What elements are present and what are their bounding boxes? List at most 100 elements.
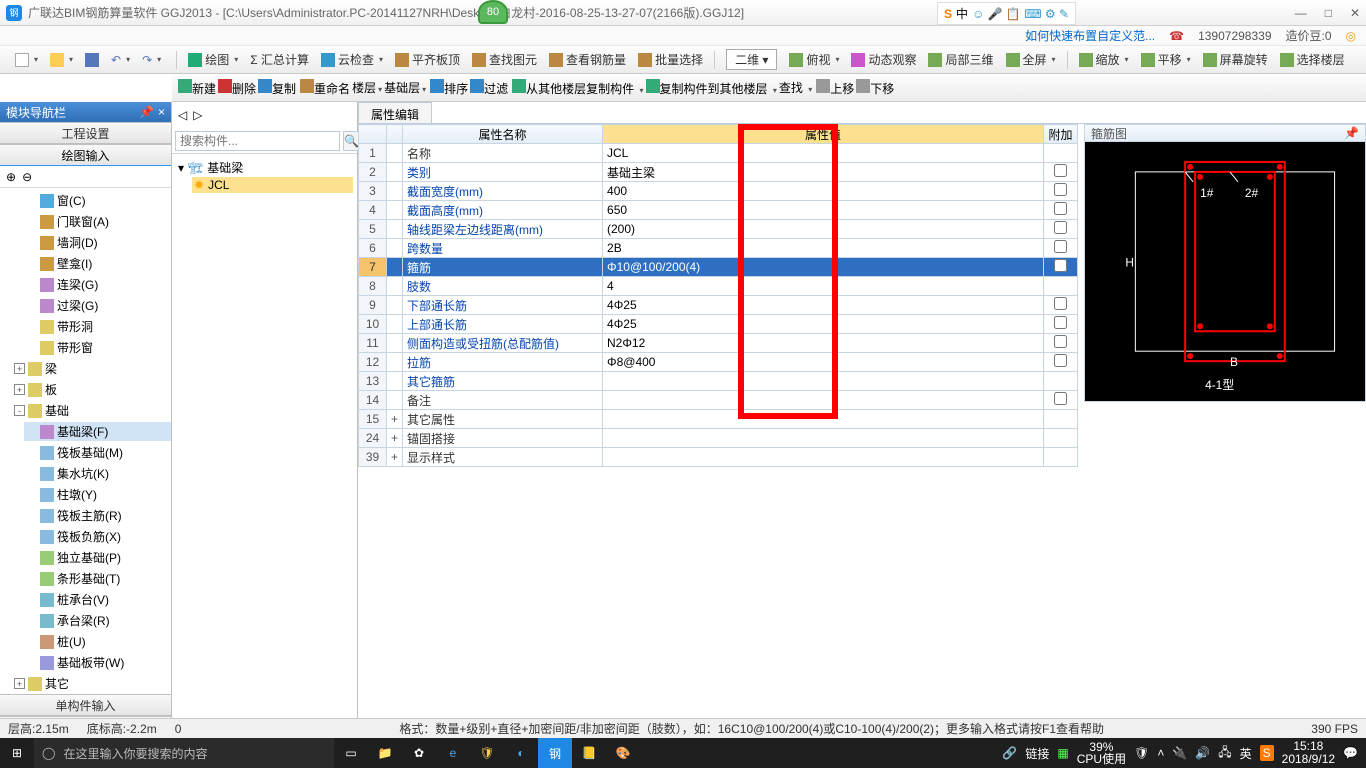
stb-复制[interactable]: 复制 bbox=[258, 79, 296, 97]
credit-icon[interactable]: ◎ bbox=[1346, 29, 1356, 43]
close-button[interactable]: ✕ bbox=[1350, 6, 1360, 20]
tree-连梁(G)[interactable]: 连梁(G) bbox=[24, 275, 171, 294]
prop-row-12[interactable]: 12拉筋Φ8@400 bbox=[359, 353, 1078, 372]
prop-row-5[interactable]: 5轴线距梁左边线距离(mm)(200) bbox=[359, 220, 1078, 239]
tree-梁[interactable]: +梁 bbox=[12, 359, 171, 378]
tree-壁龛(I)[interactable]: 壁龛(I) bbox=[24, 254, 171, 273]
chk-12[interactable] bbox=[1054, 354, 1067, 367]
tb-屏幕旋转[interactable]: 屏幕旋转 bbox=[1198, 49, 1273, 70]
tb-平移[interactable]: 平移▾ bbox=[1136, 49, 1196, 70]
tree-桩承台(V)[interactable]: 桩承台(V) bbox=[24, 590, 171, 609]
redo-button[interactable]: ↷▾ bbox=[137, 51, 166, 69]
tb-查看钢筋量[interactable]: 查看钢筋量 bbox=[544, 49, 631, 70]
member-tree[interactable]: ▾🏗基础梁 ✹JCL bbox=[172, 154, 357, 738]
prop-row-10[interactable]: 10上部通长筋4Φ25 bbox=[359, 315, 1078, 334]
tray-power-icon[interactable]: 🔌 bbox=[1172, 746, 1187, 760]
member-root[interactable]: ▾🏗基础梁 bbox=[176, 158, 353, 177]
chk-10[interactable] bbox=[1054, 316, 1067, 329]
tray-clock[interactable]: 15:182018/9/12 bbox=[1282, 740, 1335, 766]
tab-property-edit[interactable]: 属性编辑 bbox=[358, 102, 432, 123]
tb-绘图[interactable]: 绘图▾ bbox=[183, 49, 243, 70]
preview-pin-icon[interactable]: 📌 bbox=[1344, 126, 1359, 140]
mid-fwd-icon[interactable]: ▷ bbox=[193, 108, 202, 122]
tb-动态观察[interactable]: 动态观察 bbox=[846, 49, 921, 70]
tb-Σ 汇总计算[interactable]: Σ 汇总计算 bbox=[245, 49, 314, 70]
chk-11[interactable] bbox=[1054, 335, 1067, 348]
start-button[interactable]: ⊞ bbox=[0, 738, 34, 768]
tree-筏板主筋(R)[interactable]: 筏板主筋(R) bbox=[24, 506, 171, 525]
chk-5[interactable] bbox=[1054, 221, 1067, 234]
chk-14[interactable] bbox=[1054, 392, 1067, 405]
collapse-all-icon[interactable]: ⊖ bbox=[22, 170, 32, 184]
tray-dash[interactable]: ▦ bbox=[1057, 746, 1068, 760]
app-paint[interactable]: 🎨 bbox=[606, 738, 640, 768]
stb-楼层[interactable]: 楼层▾ bbox=[352, 79, 382, 96]
chk-9[interactable] bbox=[1054, 297, 1067, 310]
tree-桩(U)[interactable]: 桩(U) bbox=[24, 632, 171, 651]
prop-row-8[interactable]: 8肢数4 bbox=[359, 277, 1078, 296]
tree-筏板基础(M)[interactable]: 筏板基础(M) bbox=[24, 443, 171, 462]
chk-2[interactable] bbox=[1054, 164, 1067, 177]
section-single-input[interactable]: 单构件输入 bbox=[0, 694, 171, 716]
save-button[interactable] bbox=[80, 51, 104, 69]
prop-row-15[interactable]: 15+其它属性 bbox=[359, 410, 1078, 429]
tree-独立基础(P)[interactable]: 独立基础(P) bbox=[24, 548, 171, 567]
tree-基础[interactable]: -基础 bbox=[12, 401, 171, 420]
nav-close-icon[interactable]: × bbox=[158, 105, 165, 119]
prop-row-24[interactable]: 24+锚固搭接 bbox=[359, 429, 1078, 448]
minimize-button[interactable]: — bbox=[1295, 6, 1307, 20]
stb-复制构件到其他楼层[interactable]: 复制构件到其他楼层 ▾ bbox=[646, 79, 777, 97]
tree-带形洞[interactable]: 带形洞 bbox=[24, 317, 171, 336]
stb-删除[interactable]: 删除 bbox=[218, 79, 256, 97]
property-grid[interactable]: 属性名称 属性值 附加 1名称JCL2类别基础主梁3截面宽度(mm)4004截面… bbox=[358, 124, 1078, 467]
tree-柱墩(Y)[interactable]: 柱墩(Y) bbox=[24, 485, 171, 504]
tree-集水坑(K)[interactable]: 集水坑(K) bbox=[24, 464, 171, 483]
open-file-button[interactable]: ▾ bbox=[45, 51, 78, 69]
app-ggj[interactable]: 钢 bbox=[538, 738, 572, 768]
tb-选择楼层[interactable]: 选择楼层 bbox=[1275, 49, 1350, 70]
undo-button[interactable]: ↶▾ bbox=[106, 51, 135, 69]
tray-sogou-icon[interactable]: S bbox=[1260, 745, 1274, 761]
search-input[interactable] bbox=[175, 131, 340, 151]
taskbar-search[interactable]: ◯ 在这里输入你要搜索的内容 bbox=[34, 738, 334, 768]
quick-link[interactable]: 如何快速布置自定义范... bbox=[1025, 27, 1155, 44]
tb-全屏[interactable]: 全屏▾ bbox=[1001, 49, 1061, 70]
chk-3[interactable] bbox=[1054, 183, 1067, 196]
prop-row-1[interactable]: 1名称JCL bbox=[359, 144, 1078, 163]
tray-notif-icon[interactable]: 💬 bbox=[1343, 746, 1358, 760]
prop-row-39[interactable]: 39+显示样式 bbox=[359, 448, 1078, 467]
chk-4[interactable] bbox=[1054, 202, 1067, 215]
tree-条形基础(T)[interactable]: 条形基础(T) bbox=[24, 569, 171, 588]
app-sec[interactable]: 🛡 bbox=[470, 738, 504, 768]
mid-back-icon[interactable]: ◁ bbox=[178, 108, 187, 122]
tree-过梁(G)[interactable]: 过梁(G) bbox=[24, 296, 171, 315]
stb-基础层[interactable]: 基础层▾ bbox=[384, 79, 426, 96]
tree-基础板带(W)[interactable]: 基础板带(W) bbox=[24, 653, 171, 672]
prop-row-4[interactable]: 4截面高度(mm)650 bbox=[359, 201, 1078, 220]
tree-承台梁(R)[interactable]: 承台梁(R) bbox=[24, 611, 171, 630]
stb-从其他楼层复制构件[interactable]: 从其他楼层复制构件 ▾ bbox=[512, 79, 643, 97]
prop-row-9[interactable]: 9下部通长筋4Φ25 bbox=[359, 296, 1078, 315]
component-tree[interactable]: 窗(C)门联窗(A)墙洞(D)壁龛(I)连梁(G)过梁(G)带形洞带形窗+梁+板… bbox=[0, 188, 171, 694]
tray-up-icon[interactable]: ˄ bbox=[1157, 746, 1164, 760]
prop-row-6[interactable]: 6跨数量2B bbox=[359, 239, 1078, 258]
app-folder[interactable]: 📁 bbox=[368, 738, 402, 768]
tray-link-icon[interactable]: 🔗 bbox=[1002, 746, 1017, 760]
stb-重命名[interactable]: 重命名 bbox=[300, 79, 350, 97]
tray-vol-icon[interactable]: 🔊 bbox=[1195, 746, 1210, 760]
section-project-settings[interactable]: 工程设置 bbox=[0, 122, 171, 144]
member-jcl[interactable]: ✹JCL bbox=[192, 177, 353, 193]
stb-下移[interactable]: 下移 bbox=[856, 79, 894, 97]
tree-基础梁(F)[interactable]: 基础梁(F) bbox=[24, 422, 171, 441]
tree-筏板负筋(X)[interactable]: 筏板负筋(X) bbox=[24, 527, 171, 546]
chk-6[interactable] bbox=[1054, 240, 1067, 253]
tb-缩放[interactable]: 缩放▾ bbox=[1074, 49, 1134, 70]
tree-带形窗[interactable]: 带形窗 bbox=[24, 338, 171, 357]
prop-row-3[interactable]: 3截面宽度(mm)400 bbox=[359, 182, 1078, 201]
tree-窗(C)[interactable]: 窗(C) bbox=[24, 191, 171, 210]
tray-ime[interactable]: 英 bbox=[1240, 745, 1252, 762]
maximize-button[interactable]: □ bbox=[1325, 6, 1332, 20]
tb-俯视[interactable]: 俯视▾ bbox=[784, 49, 844, 70]
stb-查找[interactable]: 查找 ▾ bbox=[779, 79, 812, 96]
tree-门联窗(A)[interactable]: 门联窗(A) bbox=[24, 212, 171, 231]
